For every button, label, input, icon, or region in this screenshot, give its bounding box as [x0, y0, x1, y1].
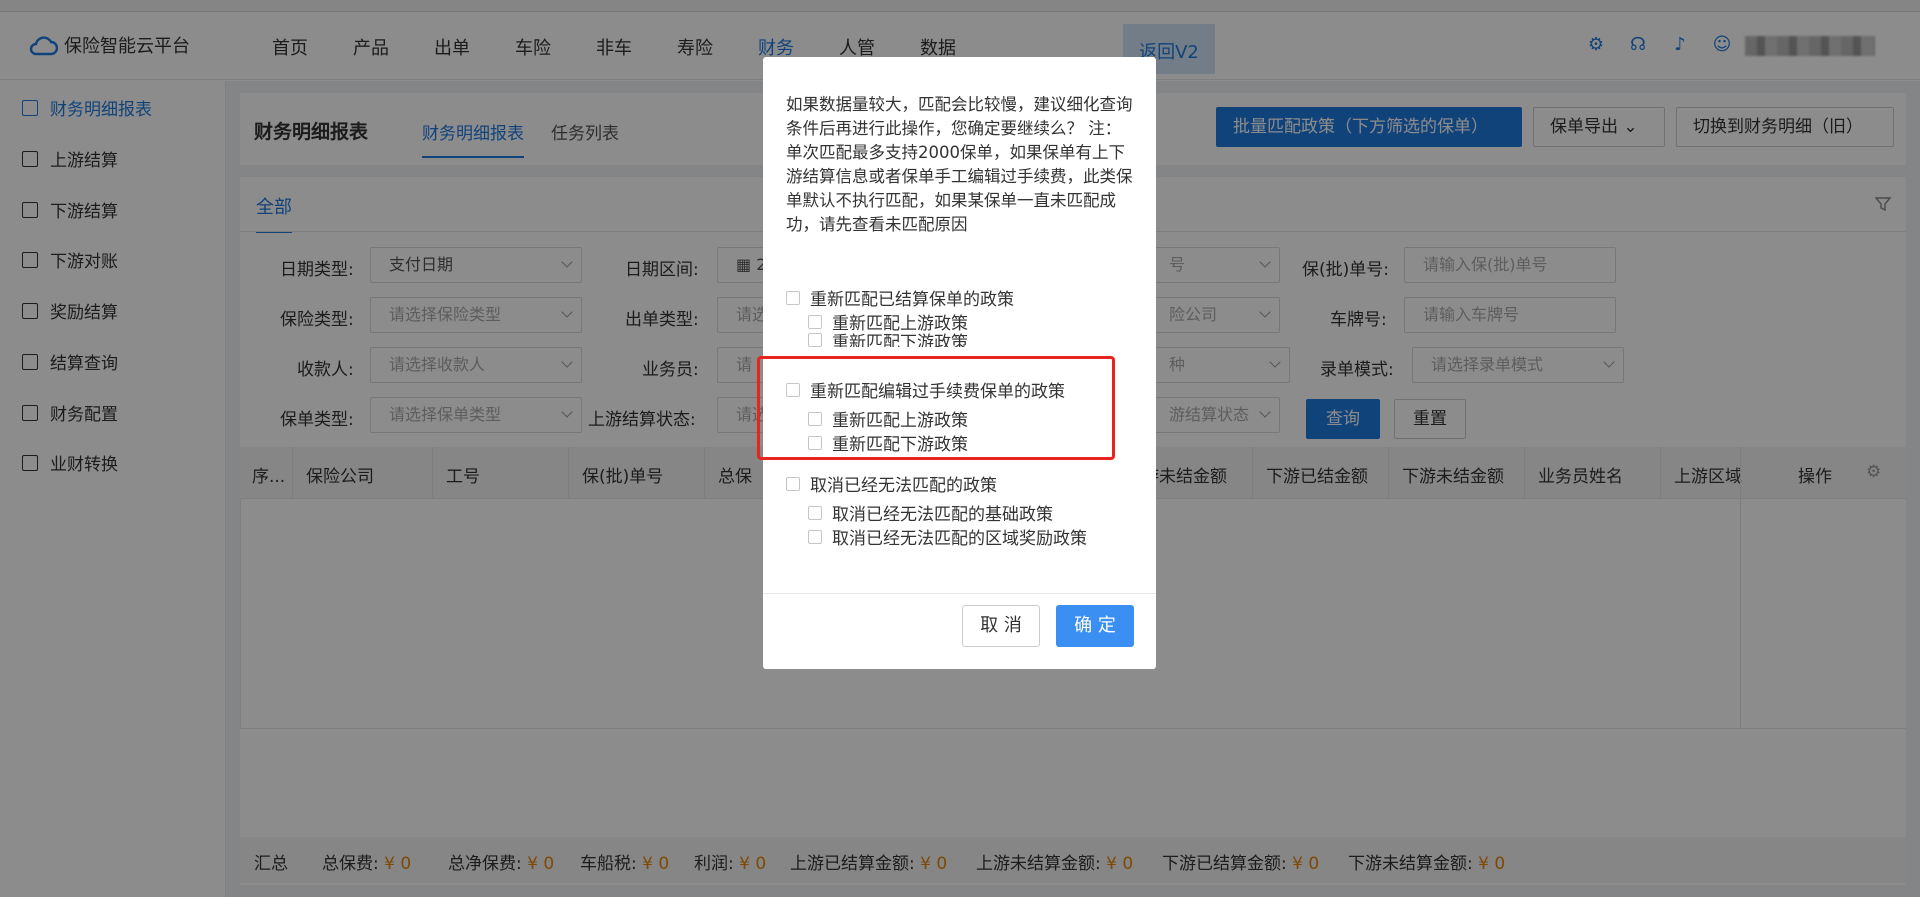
checkbox-box[interactable] [808, 529, 822, 544]
checkbox-box[interactable] [786, 476, 800, 491]
highlight-annotation-box [757, 356, 1115, 460]
checkbox-cancel-unmatchable[interactable]: 取消已经无法匹配的政策 [786, 471, 997, 496]
dialog-cancel-button[interactable]: 取 消 [962, 605, 1040, 647]
checkbox-cancel-area-reward[interactable]: 取消已经无法匹配的区域奖励政策 [808, 524, 1087, 549]
checkbox-box[interactable] [808, 505, 822, 520]
checkbox-rematch-settled-upstream[interactable]: 重新匹配上游政策 [808, 309, 968, 334]
checkbox-rematch-settled-downstream[interactable]: 重新匹配下游政策 [808, 333, 968, 347]
checkbox-cancel-base-policy[interactable]: 取消已经无法匹配的基础政策 [808, 500, 1053, 525]
checkbox-rematch-settled[interactable]: 重新匹配已结算保单的政策 [786, 285, 1014, 310]
dialog-message: 如果数据量较大，匹配会比较慢，建议细化查询条件后再进行此操作，您确定要继续么？ … [786, 95, 1133, 234]
dialog-divider [763, 593, 1156, 594]
checkbox-box[interactable] [786, 290, 800, 305]
checkbox-box[interactable] [808, 333, 822, 347]
dialog-confirm-button[interactable]: 确 定 [1056, 605, 1134, 647]
checkbox-box[interactable] [808, 314, 822, 329]
